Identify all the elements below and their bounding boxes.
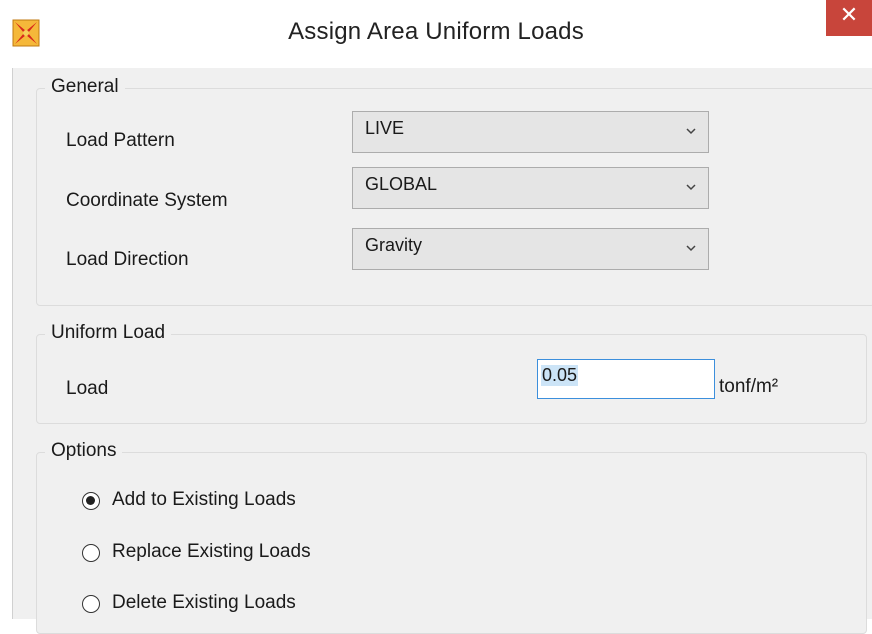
- coordinate-system-value: GLOBAL: [365, 174, 438, 194]
- chevron-down-icon: [684, 124, 698, 138]
- load-direction-value: Gravity: [365, 235, 423, 255]
- window-title: Assign Area Uniform Loads: [288, 18, 584, 45]
- delete-existing-radio[interactable]: [82, 595, 100, 613]
- radio-selected-dot: [86, 496, 95, 505]
- load-value-text: 0.05: [541, 365, 579, 386]
- load-value-input[interactable]: 0.05: [537, 359, 715, 399]
- add-to-existing-label: Add to Existing Loads: [112, 489, 296, 510]
- load-pattern-value: LIVE: [365, 118, 405, 138]
- add-to-existing-radio[interactable]: [82, 492, 100, 510]
- load-pattern-label: Load Pattern: [66, 130, 175, 151]
- close-button[interactable]: ✕: [826, 0, 872, 36]
- chevron-down-icon: [684, 180, 698, 194]
- load-pattern-select[interactable]: LIVE: [352, 111, 709, 153]
- coordinate-system-label: Coordinate System: [66, 190, 228, 211]
- load-units-label: tonf/m²: [719, 376, 779, 397]
- chevron-down-icon: [684, 241, 698, 255]
- delete-existing-label: Delete Existing Loads: [112, 592, 296, 613]
- load-label: Load: [66, 378, 109, 399]
- uniform-load-group-legend: Uniform Load: [45, 322, 172, 344]
- coordinate-system-select[interactable]: GLOBAL: [352, 167, 709, 209]
- replace-existing-label: Replace Existing Loads: [112, 541, 311, 562]
- dialog-window: Assign Area Uniform Loads ✕ General Load…: [0, 0, 872, 634]
- dialog-body: General Load Pattern LIVE Coordinate Sys…: [12, 68, 872, 634]
- replace-existing-radio[interactable]: [82, 544, 100, 562]
- load-direction-label: Load Direction: [66, 249, 189, 270]
- general-group-legend: General: [45, 76, 125, 98]
- title-bar[interactable]: Assign Area Uniform Loads ✕: [0, 0, 872, 68]
- load-direction-select[interactable]: Gravity: [352, 228, 709, 270]
- options-group-legend: Options: [45, 440, 123, 462]
